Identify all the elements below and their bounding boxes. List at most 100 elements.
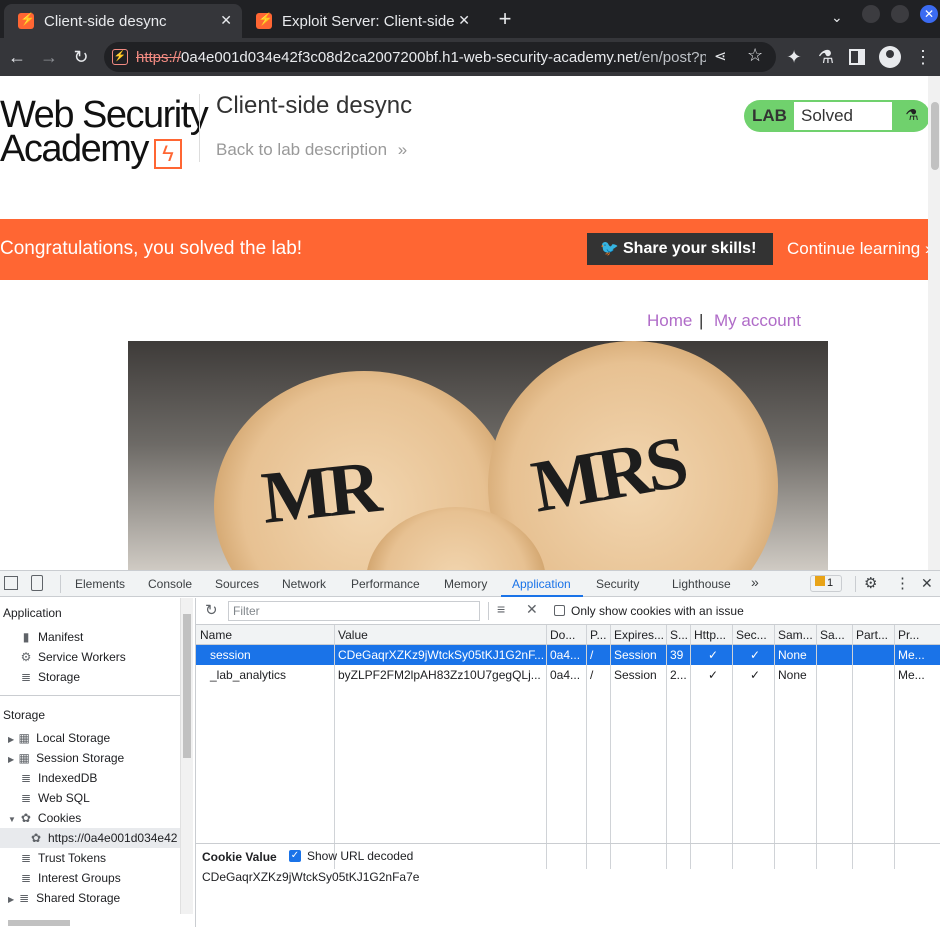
- col-domain[interactable]: Do...: [546, 625, 586, 645]
- side-panel-icon[interactable]: [849, 49, 865, 65]
- hero-text-mr: MR: [257, 446, 382, 540]
- show-url-decoded-checkbox[interactable]: ✓: [289, 850, 301, 862]
- profile-avatar[interactable]: [879, 46, 901, 68]
- col-secure[interactable]: Sec...: [732, 625, 774, 645]
- sidebar-item-interest-groups[interactable]: ≣ Interest Groups: [0, 868, 180, 888]
- cookie-filter-input[interactable]: Filter: [228, 601, 480, 621]
- page-scrollbar-thumb[interactable]: [931, 102, 939, 170]
- expand-arrow-icon[interactable]: ▶: [8, 735, 14, 744]
- flask-icon[interactable]: ⚗: [815, 46, 837, 68]
- double-chevron-right-icon: »: [397, 140, 408, 159]
- cookie-path: /: [590, 648, 594, 662]
- share-skills-button[interactable]: 🐦 Share your skills!: [587, 233, 773, 265]
- sidebar-scrollbar[interactable]: [180, 598, 193, 914]
- expand-arrow-icon[interactable]: ▶: [8, 895, 14, 904]
- sidebar-item-manifest[interactable]: ▮ Manifest: [0, 627, 180, 647]
- tab-sources[interactable]: Sources: [215, 577, 259, 591]
- more-tabs-chevron-icon[interactable]: »: [751, 574, 759, 590]
- devtools-menu-icon[interactable]: ⋮: [895, 574, 910, 592]
- close-window-icon[interactable]: ✕: [920, 5, 938, 23]
- nav-my-account-link[interactable]: My account: [714, 311, 801, 331]
- sidebar-item-web-sql[interactable]: ≣ Web SQL: [0, 788, 180, 808]
- sidebar-item-cookie-origin[interactable]: ✿ https://0a4e001d034e42: [0, 828, 180, 848]
- lab-status: Solved: [794, 102, 892, 130]
- col-httponly[interactable]: Http...: [690, 625, 732, 645]
- tab-security[interactable]: Security: [596, 577, 639, 591]
- back-link-label: Back to lab description: [216, 140, 388, 159]
- back-arrow-icon[interactable]: ←: [6, 46, 28, 68]
- lab-label: LAB: [752, 106, 787, 125]
- expand-arrow-icon[interactable]: ▶: [8, 755, 14, 764]
- sidebar-item-indexeddb[interactable]: ≣ IndexedDB: [0, 768, 180, 788]
- cookie-samesite: None: [778, 648, 807, 662]
- cookie-httponly: ✓: [707, 668, 719, 682]
- sidebar-item-service-workers[interactable]: ⚙ Service Workers: [0, 647, 180, 667]
- col-samesite[interactable]: Sam...: [774, 625, 816, 645]
- close-tab-icon[interactable]: ✕: [458, 12, 470, 29]
- tab-search-icon[interactable]: ⌄: [831, 9, 843, 26]
- settings-gear-icon[interactable]: ⚙: [864, 574, 877, 592]
- sidebar-item-local-storage[interactable]: ▶ ▦ Local Storage: [0, 728, 180, 748]
- issues-counter[interactable]: 1: [810, 575, 842, 592]
- sidebar-item-session-storage[interactable]: ▶ ▦ Session Storage: [0, 748, 180, 768]
- tab-console[interactable]: Console: [148, 577, 192, 591]
- tab-client-side-desync[interactable]: Client-side desync ✕: [4, 4, 242, 38]
- close-tab-icon[interactable]: ✕: [220, 12, 232, 29]
- clear-filtered-cookies-icon[interactable]: ≡: [497, 601, 505, 617]
- nav-home-link[interactable]: Home: [647, 311, 692, 331]
- delete-cookie-icon[interactable]: ✕: [526, 601, 538, 618]
- browser-menu-icon[interactable]: ⋮: [912, 46, 934, 68]
- cookie-expires: Session: [614, 648, 657, 662]
- cookie-value-text[interactable]: CDeGaqrXZKz9jWtckSy05tKJ1G2nFa7e: [202, 870, 419, 884]
- tab-elements[interactable]: Elements: [75, 577, 125, 591]
- address-bar[interactable]: ⚡ https://0a4e001d034e42f3c08d2ca2007200…: [104, 42, 776, 72]
- inspect-element-icon[interactable]: [4, 576, 18, 590]
- share-icon[interactable]: ⋖: [714, 47, 727, 65]
- col-path[interactable]: P...: [586, 625, 610, 645]
- database-icon: ≣: [19, 891, 30, 905]
- sidebar-item-cookies[interactable]: ▼ ✿ Cookies: [0, 808, 180, 828]
- col-partition-key[interactable]: Part...: [852, 625, 894, 645]
- cookie-row-lab-analytics[interactable]: _lab_analytics byZLPF2FM2lpAH83Zz10U7geg…: [196, 665, 940, 685]
- sidebar-label: Interest Groups: [38, 871, 121, 885]
- collapse-arrow-icon[interactable]: ▼: [8, 815, 16, 824]
- tab-title: Exploit Server: Client-side desync: [282, 12, 456, 30]
- reload-icon[interactable]: ↻: [70, 46, 92, 68]
- col-name[interactable]: Name: [196, 625, 334, 645]
- col-sameparty[interactable]: Sa...: [816, 625, 852, 645]
- sidebar-item-storage[interactable]: ≣ Storage: [0, 667, 180, 687]
- tab-lighthouse[interactable]: Lighthouse: [672, 577, 731, 591]
- tab-performance[interactable]: Performance: [351, 577, 420, 591]
- cookie-row-session[interactable]: session CDeGaqrXZKz9jWtckSy05tKJ1G2nF...…: [196, 645, 940, 665]
- col-priority[interactable]: Pr...: [894, 625, 940, 645]
- continue-learning-link[interactable]: Continue learning »: [787, 239, 934, 259]
- bookmark-star-icon[interactable]: ☆: [747, 45, 763, 66]
- database-icon: ≣: [20, 871, 32, 885]
- forward-arrow-icon[interactable]: →: [38, 46, 60, 68]
- not-secure-icon[interactable]: ⚡: [112, 49, 128, 65]
- new-tab-button[interactable]: +: [494, 6, 516, 31]
- sidebar-item-shared-storage[interactable]: ▶ ≣ Shared Storage: [0, 888, 180, 908]
- maximize-icon[interactable]: [891, 5, 909, 23]
- tab-memory[interactable]: Memory: [444, 577, 487, 591]
- col-expires[interactable]: Expires...: [610, 625, 666, 645]
- url-scheme: https://: [136, 49, 182, 66]
- tab-exploit-server[interactable]: Exploit Server: Client-side desync ✕: [242, 4, 480, 38]
- minimize-icon[interactable]: [862, 5, 880, 23]
- col-size[interactable]: S...: [666, 625, 690, 645]
- col-value[interactable]: Value: [334, 625, 546, 645]
- tab-application[interactable]: Application: [512, 577, 571, 591]
- back-to-lab-description-link[interactable]: Back to lab description »: [216, 140, 407, 160]
- close-devtools-icon[interactable]: ✕: [921, 575, 933, 592]
- extensions-puzzle-icon[interactable]: ✦: [783, 46, 805, 68]
- device-toolbar-icon[interactable]: [31, 575, 43, 591]
- refresh-icon[interactable]: ↻: [205, 601, 218, 619]
- grid-icon: ▦: [18, 751, 30, 765]
- sidebar-hscroll-thumb[interactable]: [8, 920, 70, 926]
- tab-network[interactable]: Network: [282, 577, 326, 591]
- web-security-academy-logo[interactable]: Web Security Academy ϟ: [0, 96, 209, 169]
- sidebar-label: https://0a4e001d034e42: [48, 831, 178, 845]
- sidebar-item-trust-tokens[interactable]: ≣ Trust Tokens: [0, 848, 180, 868]
- database-icon: ≣: [20, 670, 32, 684]
- only-issues-checkbox[interactable]: [554, 605, 565, 616]
